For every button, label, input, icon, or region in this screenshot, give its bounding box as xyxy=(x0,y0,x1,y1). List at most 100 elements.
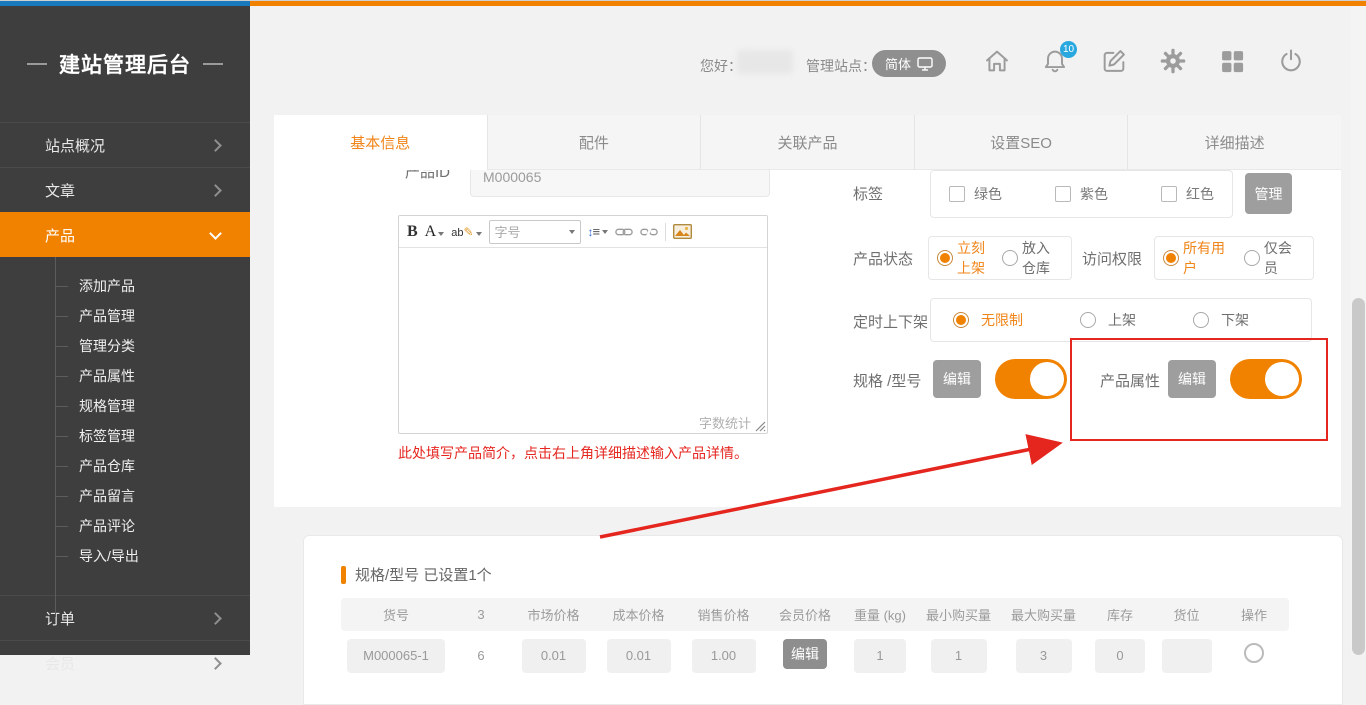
logo-dash-right xyxy=(203,63,223,65)
tag-option-red[interactable]: 红色 xyxy=(1161,184,1214,204)
line-height-button[interactable]: ↕≡ xyxy=(588,224,609,239)
checkbox-icon[interactable] xyxy=(949,186,965,202)
sidebar-item-label: 产品 xyxy=(45,225,75,246)
language-switch-button[interactable]: 简体 xyxy=(872,50,946,77)
radio-selected-icon[interactable] xyxy=(953,312,969,328)
remove-row-icon[interactable] xyxy=(1244,643,1264,663)
gear-icon[interactable] xyxy=(1159,47,1187,75)
app-title: 建站管理后台 xyxy=(59,49,191,79)
resize-handle[interactable] xyxy=(754,420,766,432)
submenu-product-reviews[interactable]: 产品评论 xyxy=(0,511,250,541)
tab-bar: 基本信息 配件 关联产品 设置SEO 详细描述 xyxy=(274,115,1341,170)
radio-label: 所有用户 xyxy=(1183,238,1238,278)
location-input[interactable] xyxy=(1162,639,1212,673)
link-icon[interactable] xyxy=(615,225,633,239)
checkbox-icon[interactable] xyxy=(1055,186,1071,202)
access-option-all-users[interactable]: 所有用户 xyxy=(1163,238,1238,278)
submenu-category-manage[interactable]: 管理分类 xyxy=(0,331,250,361)
spec-toggle-on[interactable] xyxy=(995,359,1067,399)
radio-icon[interactable] xyxy=(1002,250,1018,266)
schedule-option-off-shelf[interactable]: 下架 xyxy=(1193,310,1249,330)
manage-tags-button[interactable]: 管理 xyxy=(1245,173,1292,214)
tab-related-products[interactable]: 关联产品 xyxy=(700,115,914,170)
chevron-right-icon xyxy=(209,657,222,670)
schedule-option-unlimited[interactable]: 无限制 xyxy=(953,310,1023,330)
col-2: 3 xyxy=(451,607,511,622)
submenu-product-warehouse[interactable]: 产品仓库 xyxy=(0,451,250,481)
col-sku: 货号 xyxy=(341,605,451,624)
market-price-input[interactable]: 0.01 xyxy=(522,639,586,673)
spec-section-header: 规格/型号 已设置1个 xyxy=(341,564,492,585)
status-option-on-shelf[interactable]: 立刻上架 xyxy=(937,238,998,278)
tab-detail-description[interactable]: 详细描述 xyxy=(1127,115,1341,170)
font-size-select[interactable]: 字号 xyxy=(489,220,581,244)
toolbar-separator xyxy=(665,223,666,241)
sale-price-input[interactable]: 1.00 xyxy=(692,639,756,673)
tag-option-purple[interactable]: 紫色 xyxy=(1055,184,1108,204)
radio-selected-icon[interactable] xyxy=(1163,250,1179,266)
monitor-icon xyxy=(917,57,933,71)
manage-site-label: 管理站点： xyxy=(806,56,876,76)
edit-icon[interactable] xyxy=(1100,47,1128,75)
col-market-price: 市场价格 xyxy=(511,605,596,624)
font-size-placeholder: 字号 xyxy=(495,222,521,241)
bell-icon[interactable]: 10 xyxy=(1041,47,1069,75)
max-buy-input[interactable]: 3 xyxy=(1016,639,1072,673)
submenu-product-messages[interactable]: 产品留言 xyxy=(0,481,250,511)
chevron-down-icon xyxy=(209,227,222,240)
sku-input[interactable]: M000065-1 xyxy=(347,639,445,673)
radio-icon[interactable] xyxy=(1193,312,1209,328)
radio-selected-icon[interactable] xyxy=(937,250,953,266)
submenu-product-attrs[interactable]: 产品属性 xyxy=(0,361,250,391)
scrollbar-track[interactable] xyxy=(1351,6,1366,655)
power-icon[interactable] xyxy=(1277,47,1305,75)
radio-icon[interactable] xyxy=(1080,312,1096,328)
scrollbar-thumb[interactable] xyxy=(1352,298,1365,655)
member-price-edit-button[interactable]: 编辑 xyxy=(783,639,827,669)
tag-label: 绿色 xyxy=(974,184,1002,204)
submenu-tag-manage[interactable]: 标签管理 xyxy=(0,421,250,451)
status-option-warehouse[interactable]: 放入仓库 xyxy=(1002,238,1063,278)
radio-icon[interactable] xyxy=(1244,250,1260,266)
image-button[interactable] xyxy=(673,224,692,239)
access-option-members-only[interactable]: 仅会员 xyxy=(1244,238,1305,278)
stock-input[interactable]: 0 xyxy=(1095,639,1145,673)
tab-seo-settings[interactable]: 设置SEO xyxy=(914,115,1128,170)
min-buy-input[interactable]: 1 xyxy=(931,639,987,673)
submenu-import-export[interactable]: 导入/导出 xyxy=(0,541,250,571)
weight-input[interactable]: 1 xyxy=(854,639,906,673)
sidebar-item-site-overview[interactable]: 站点概况 xyxy=(0,122,250,167)
bold-button[interactable]: B xyxy=(407,223,418,241)
submenu-product-manage[interactable]: 产品管理 xyxy=(0,301,250,331)
font-color-button[interactable]: A xyxy=(425,223,445,241)
sidebar-item-products[interactable]: 产品 xyxy=(0,212,250,257)
submenu-spec-manage[interactable]: 规格管理 xyxy=(0,391,250,421)
radio-label: 下架 xyxy=(1221,310,1249,330)
schedule-option-on-shelf[interactable]: 上架 xyxy=(1080,310,1136,330)
radio-label: 仅会员 xyxy=(1264,238,1305,278)
sidebar-item-orders[interactable]: 订单 xyxy=(0,595,250,640)
username-redacted xyxy=(737,50,793,74)
spec-edit-button[interactable]: 编辑 xyxy=(933,360,981,398)
row-col2-value: 6 xyxy=(477,639,484,673)
logo-dash-left xyxy=(27,63,47,65)
highlight-button[interactable]: ab✎ xyxy=(451,225,481,239)
spec-list-card: 规格/型号 已设置1个 货号 3 市场价格 成本价格 销售价格 会员价格 重量 … xyxy=(303,535,1343,705)
tab-basic-info[interactable]: 基本信息 xyxy=(274,115,487,170)
sidebar-item-label: 站点概况 xyxy=(45,135,105,156)
radio-label: 上架 xyxy=(1108,310,1136,330)
checkbox-icon[interactable] xyxy=(1161,186,1177,202)
sidebar-item-members[interactable]: 会员 xyxy=(0,640,250,685)
unlink-icon[interactable] xyxy=(640,224,658,240)
tab-accessories[interactable]: 配件 xyxy=(487,115,701,170)
home-icon[interactable] xyxy=(983,47,1011,75)
editor-body[interactable] xyxy=(399,248,767,411)
toggle-knob xyxy=(1030,362,1064,396)
grid-icon[interactable] xyxy=(1218,47,1246,75)
cost-price-input[interactable]: 0.01 xyxy=(607,639,671,673)
submenu-add-product[interactable]: 添加产品 xyxy=(0,271,250,301)
tag-option-green[interactable]: 绿色 xyxy=(949,184,1002,204)
sidebar-item-articles[interactable]: 文章 xyxy=(0,167,250,212)
section-accent-bar xyxy=(341,566,346,584)
schedule-label: 定时上下架 xyxy=(853,311,928,332)
